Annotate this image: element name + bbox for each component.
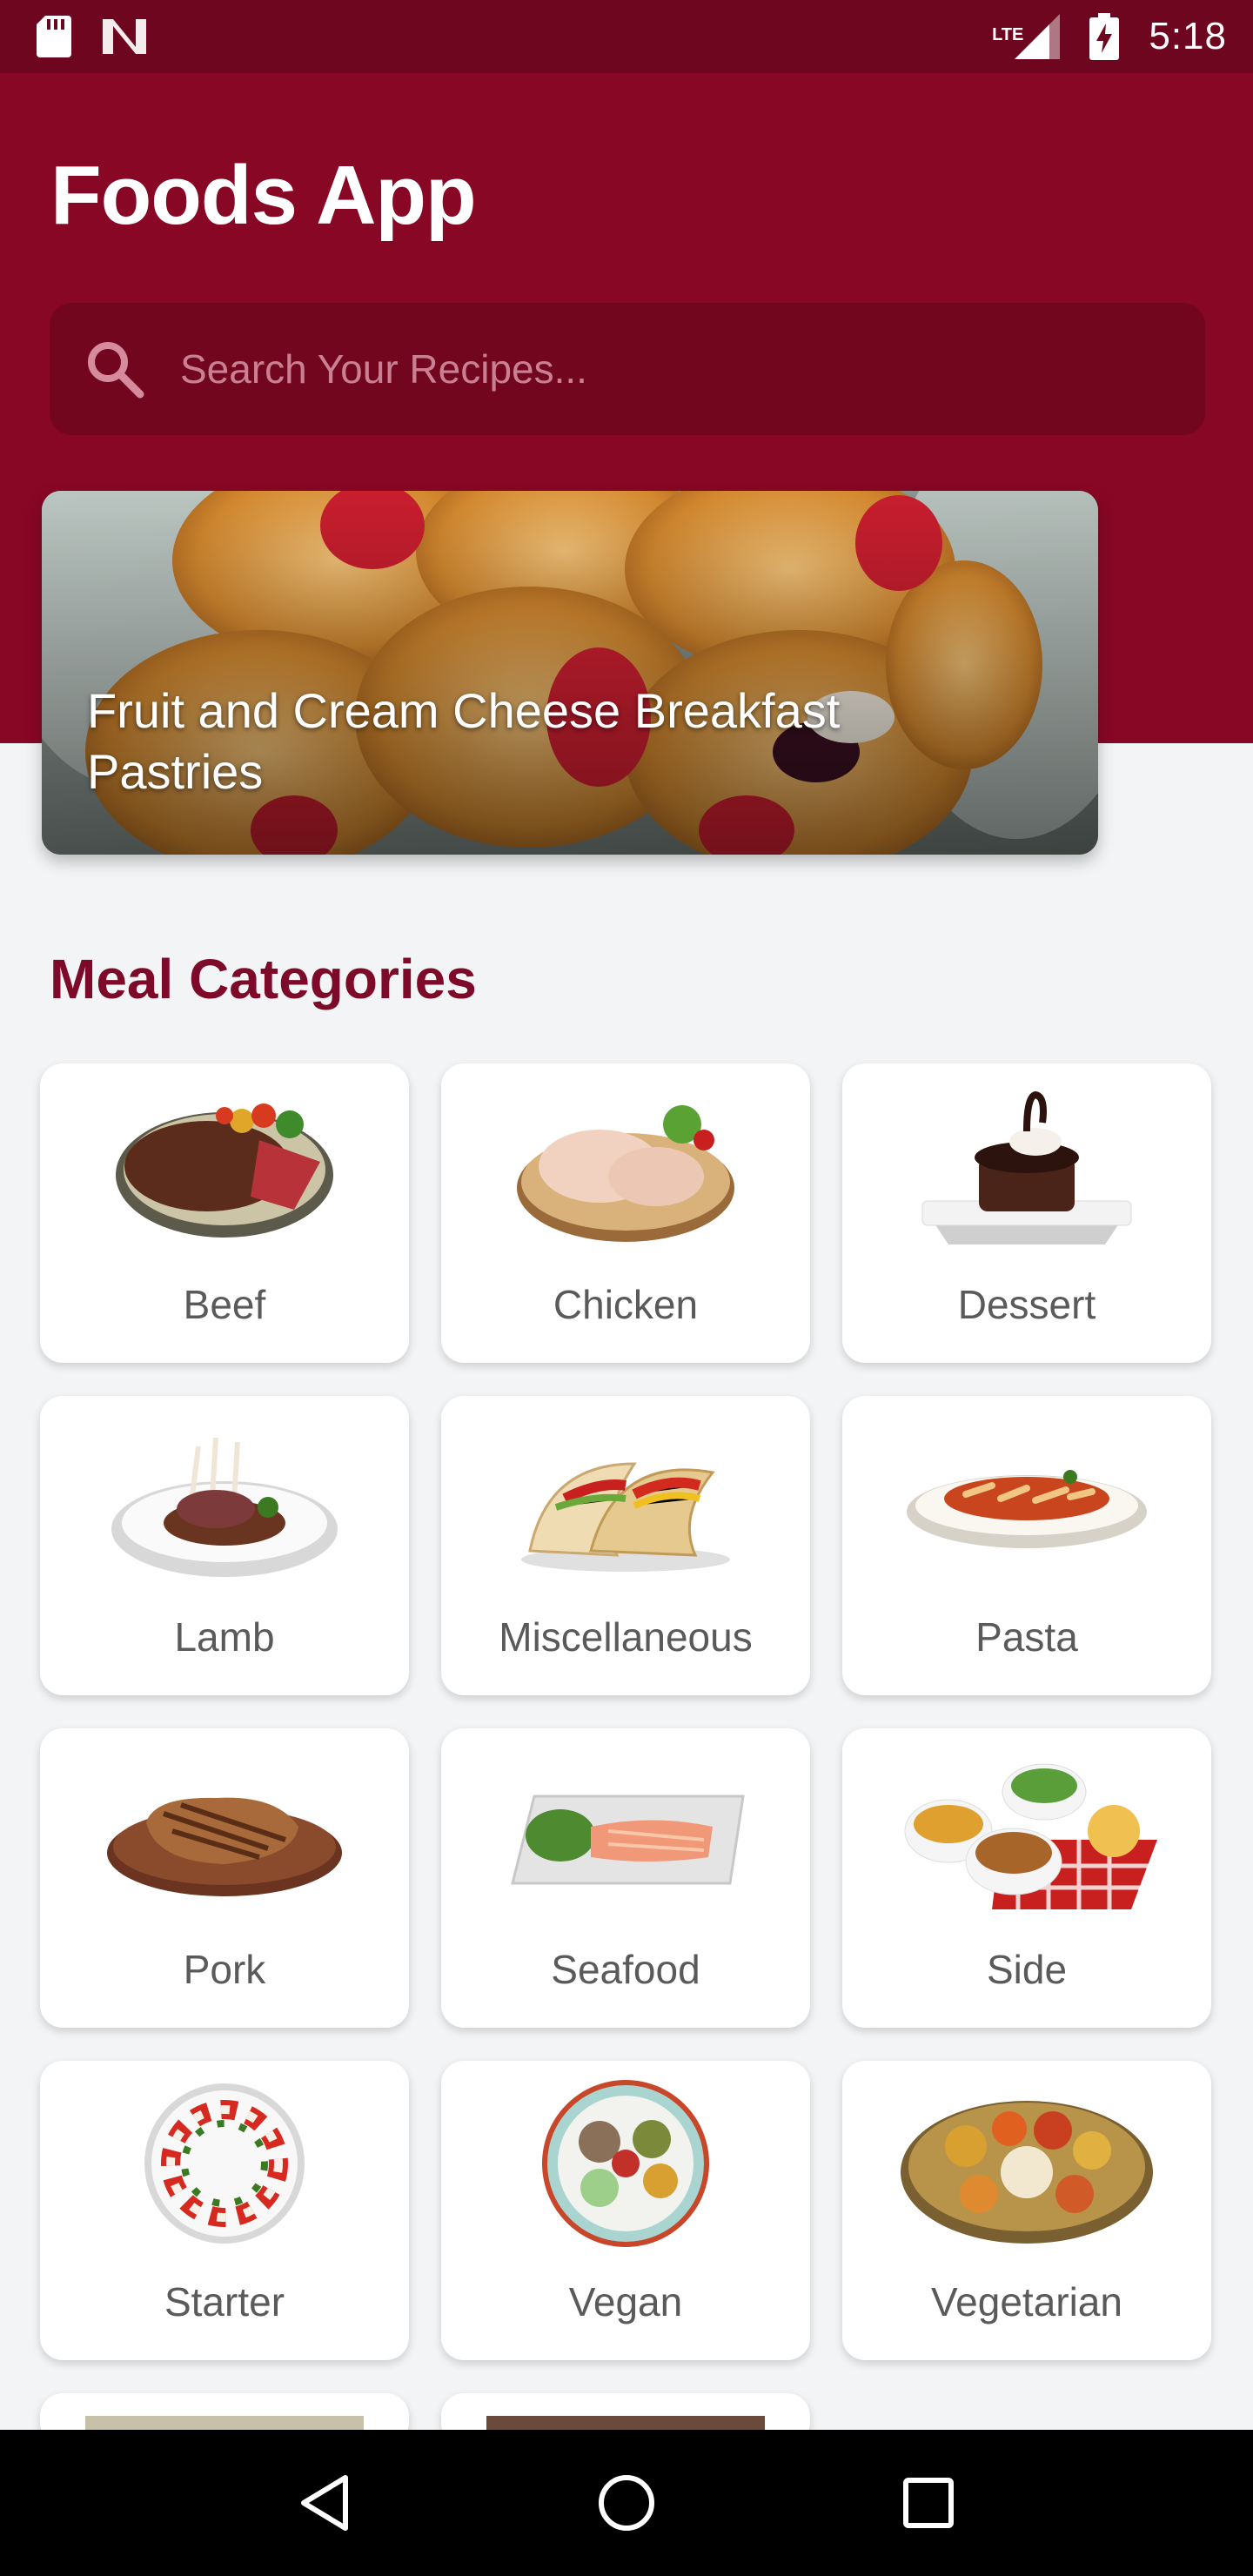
network-type-label: LTE	[992, 25, 1024, 44]
category-label: Beef	[183, 1282, 266, 1327]
chicken-icon	[517, 1105, 734, 1242]
side-icon	[904, 1763, 1157, 1909]
featured-recipe-title: Fruit and Cream Cheese Breakfast Pastrie…	[87, 683, 841, 799]
search-bar[interactable]	[50, 303, 1205, 435]
back-icon	[301, 2475, 349, 2531]
status-bar: LTE 5:18	[0, 0, 1253, 73]
category-label: Dessert	[957, 1282, 1096, 1327]
n-notification-icon	[103, 19, 146, 54]
search-icon	[88, 342, 144, 399]
dessert-icon	[921, 1090, 1132, 1244]
category-card-starter[interactable]: Starter	[40, 2061, 409, 2360]
battery-charging-icon	[1089, 13, 1120, 60]
pasta-icon	[907, 1470, 1147, 1548]
category-card-dessert[interactable]: Dessert	[842, 1063, 1211, 1363]
category-label: Seafood	[551, 1947, 700, 1992]
status-time: 5:18	[1149, 15, 1227, 57]
category-card-lamb[interactable]: Lamb	[40, 1396, 409, 1695]
miscellaneous-icon	[521, 1462, 730, 1572]
category-label: Starter	[164, 2279, 285, 2324]
category-label: Vegetarian	[931, 2279, 1122, 2324]
category-label: Pork	[183, 1947, 266, 1992]
category-label: Side	[986, 1947, 1068, 1992]
navigation-bar	[0, 2430, 1253, 2576]
vegetarian-icon	[901, 2101, 1153, 2244]
category-label: Vegan	[568, 2279, 683, 2324]
back-button[interactable]	[285, 2464, 364, 2542]
category-card-chicken[interactable]: Chicken	[441, 1063, 810, 1363]
category-card-vegan[interactable]: Vegan	[441, 2061, 810, 2360]
category-card-miscellaneous[interactable]: Miscellaneous	[441, 1396, 810, 1695]
category-label: Miscellaneous	[499, 1614, 753, 1660]
home-icon	[598, 2475, 654, 2531]
category-card-side[interactable]: Side	[842, 1728, 1211, 2028]
featured-recipe-card[interactable]: Fruit and Cream Cheese Breakfast Pastrie…	[42, 491, 1098, 855]
seafood-icon	[511, 1794, 745, 1885]
foods-app-screen: LTE 5:18 Foods App Search Your Recipes..…	[0, 0, 1253, 2576]
category-card-pasta[interactable]: Pasta	[842, 1396, 1211, 1695]
category-label: Lamb	[174, 1614, 275, 1660]
meal-categories-title: Meal Categories	[50, 948, 477, 1010]
category-card-pork[interactable]: Pork	[40, 1728, 409, 2028]
lamb-icon	[111, 1437, 338, 1577]
starter-icon	[144, 2083, 305, 2244]
pork-icon	[107, 1797, 342, 1896]
recents-icon	[902, 2478, 954, 2528]
home-button[interactable]	[587, 2464, 666, 2542]
category-card-beef[interactable]: Beef	[40, 1063, 409, 1363]
vegan-icon	[542, 2080, 709, 2247]
app-title: Foods App	[50, 149, 477, 242]
category-card-seafood[interactable]: Seafood	[441, 1728, 810, 2028]
category-label: Pasta	[975, 1614, 1078, 1660]
category-label: Chicken	[553, 1282, 699, 1327]
sd-card-icon	[37, 16, 71, 57]
recents-button[interactable]	[889, 2464, 968, 2542]
category-card-vegetarian[interactable]: Vegetarian	[842, 2061, 1211, 2360]
beef-icon	[116, 1104, 333, 1238]
search-input[interactable]	[180, 345, 1137, 392]
